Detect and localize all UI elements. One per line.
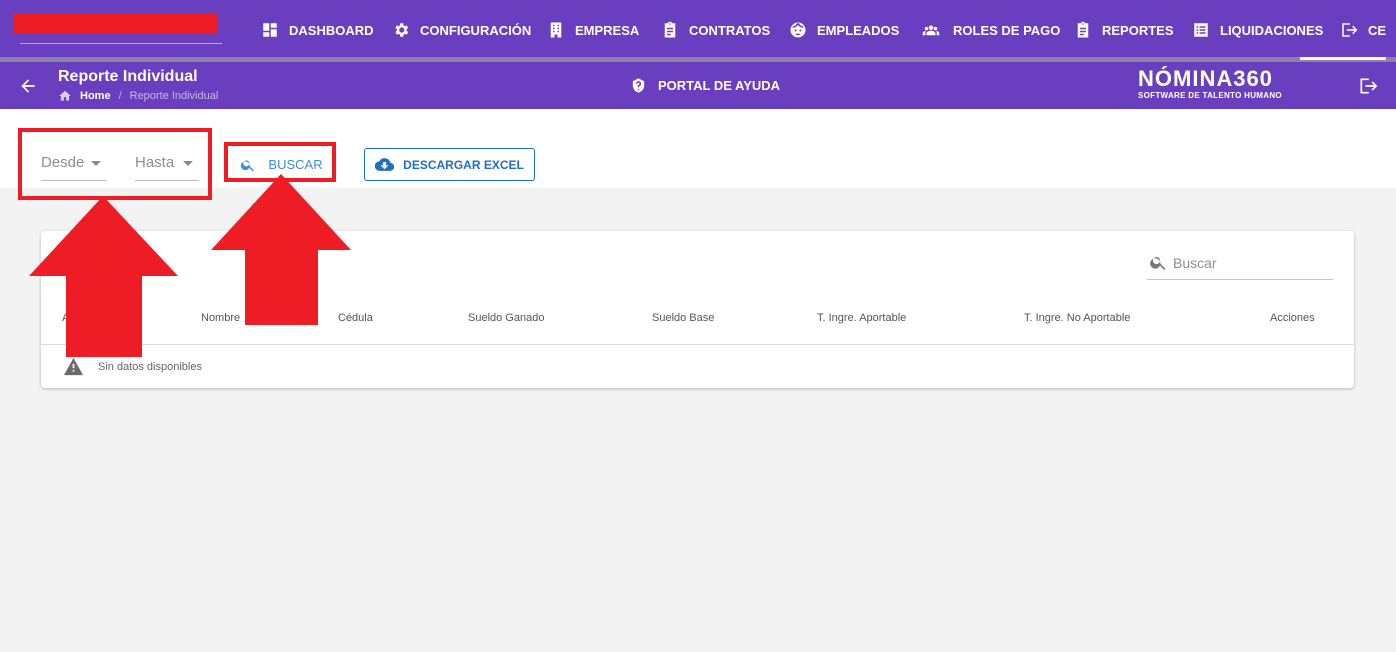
page-title: Reporte Individual <box>58 68 198 85</box>
download-excel-button[interactable]: DESCARGAR EXCEL <box>364 148 535 181</box>
logo-sub-text: SOFTWARE DE TALENTO HUMANO <box>1138 91 1282 100</box>
nav-active-indicator <box>1300 57 1386 60</box>
nav-item-label: CONTRATOS <box>689 22 771 38</box>
back-arrow-icon[interactable] <box>18 76 38 96</box>
column-header-acciones[interactable]: Acciones <box>1270 312 1315 324</box>
brand-divider <box>20 43 222 44</box>
nav-item-cerrar-sesion[interactable]: CE <box>1340 19 1386 41</box>
nav-item-label: REPORTES <box>1102 22 1174 38</box>
empty-state: Sin datos disponibles <box>63 357 202 376</box>
top-navbar: DASHBOARD CONFIGURACIÓN EMPRESA CONTRATO… <box>0 0 1396 62</box>
building-icon <box>550 22 562 38</box>
table-header-divider <box>41 344 1354 345</box>
annotation-box-search-button <box>224 142 336 182</box>
home-icon <box>59 90 71 101</box>
download-excel-label: DESCARGAR EXCEL <box>403 157 524 172</box>
nav-item-label: CE <box>1368 22 1387 38</box>
report-table-card: A Nombre Cédula Sueldo Ganado Sueldo Bas… <box>41 231 1354 388</box>
nav-item-liquidaciones[interactable]: LIQUIDACIONES <box>1192 19 1323 41</box>
column-header-ingreso-no-aportable[interactable]: T. Ingre. No Aportable <box>1024 312 1130 324</box>
breadcrumb: Home / Reporte Individual <box>58 89 218 103</box>
nomina360-logo: NÓMINA360 SOFTWARE DE TALENTO HUMANO <box>1138 67 1304 103</box>
gear-icon <box>395 23 409 37</box>
logo-main-text: NÓMINA360 <box>1138 66 1273 91</box>
column-header[interactable]: A <box>62 312 69 324</box>
annotation-box-date-filters <box>18 128 212 200</box>
logout-icon <box>1342 23 1358 37</box>
column-header-cedula[interactable]: Cédula <box>338 312 373 324</box>
table-search[interactable] <box>1147 249 1333 280</box>
clipboard-icon <box>664 21 676 38</box>
redacted-brand-block <box>13 13 217 34</box>
face-icon <box>790 22 806 38</box>
help-icon <box>632 78 645 93</box>
warning-icon <box>64 357 83 376</box>
breadcrumb-current: Reporte Individual <box>129 90 219 102</box>
column-header-nombre[interactable]: Nombre <box>201 312 240 324</box>
help-portal-link[interactable]: PORTAL DE AYUDA <box>630 77 780 94</box>
column-header-sueldo-ganado[interactable]: Sueldo Ganado <box>468 312 544 324</box>
breadcrumb-home[interactable]: Home <box>80 90 111 102</box>
nav-item-label: CONFIGURACIÓN <box>420 22 532 38</box>
help-portal-label: PORTAL DE AYUDA <box>658 78 781 93</box>
search-icon <box>1150 256 1166 271</box>
nav-item-label: EMPLEADOS <box>817 22 900 38</box>
group-icon <box>922 25 940 36</box>
clipboard-icon <box>1077 21 1089 38</box>
nav-item-empresa[interactable]: EMPRESA <box>547 19 639 41</box>
nav-item-label: DASHBOARD <box>289 22 374 38</box>
nav-item-contratos[interactable]: CONTRATOS <box>661 19 770 41</box>
empty-state-message: Sin datos disponibles <box>98 360 202 373</box>
page-header: Reporte Individual Home / Reporte Indivi… <box>0 62 1396 109</box>
nav-item-label: LIQUIDACIONES <box>1220 22 1324 38</box>
nav-item-reportes[interactable]: REPORTES <box>1074 19 1174 41</box>
cloud-download-icon <box>375 158 395 171</box>
column-header-sueldo-base[interactable]: Sueldo Base <box>652 312 714 324</box>
breadcrumb-separator: / <box>118 90 122 102</box>
nav-item-dashboard[interactable]: DASHBOARD <box>261 19 374 41</box>
nav-item-label: ROLES DE PAGO <box>953 22 1061 38</box>
column-header-ingreso-aportable[interactable]: T. Ingre. Aportable <box>817 312 906 324</box>
nav-item-label: EMPRESA <box>575 22 640 38</box>
nav-item-empleados[interactable]: EMPLEADOS <box>789 19 899 41</box>
nav-item-configuracion[interactable]: CONFIGURACIÓN <box>392 19 531 41</box>
logout-icon[interactable] <box>1358 76 1378 96</box>
list-icon <box>1194 23 1208 37</box>
nav-item-roles-de-pago[interactable]: ROLES DE PAGO <box>919 19 1060 41</box>
dashboard-icon <box>263 23 277 37</box>
table-search-input[interactable] <box>1173 252 1328 274</box>
